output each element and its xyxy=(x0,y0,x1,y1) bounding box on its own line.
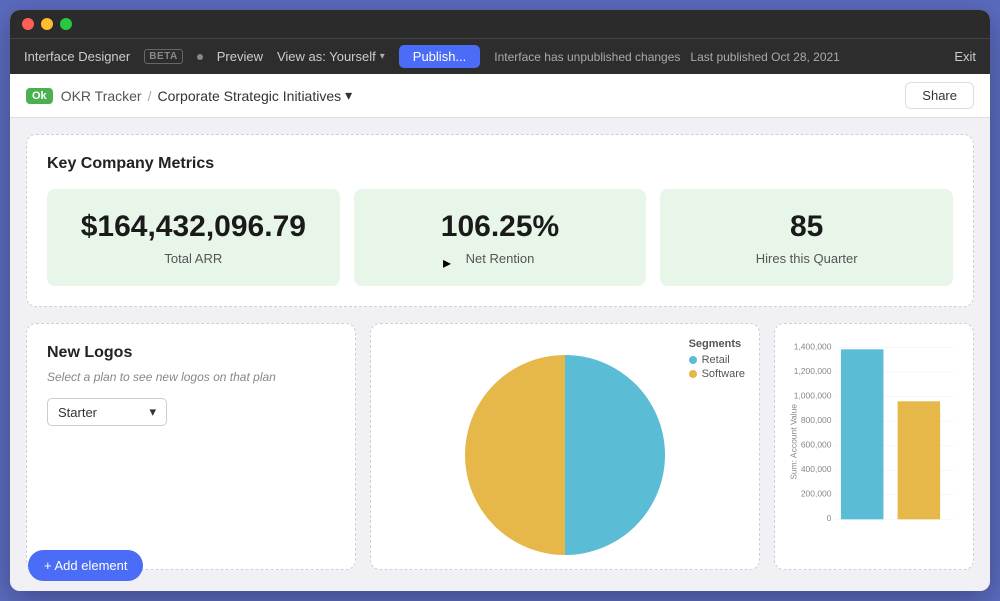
bottom-section: New Logos Select a plan to see new logos… xyxy=(26,323,974,570)
breadcrumb-separator: / xyxy=(148,88,152,104)
publish-status: Interface has unpublished changes Last p… xyxy=(494,50,840,64)
bar-retail xyxy=(841,349,883,519)
bar-chart-svg: 1,400,000 1,200,000 1,000,000 800,000 60… xyxy=(789,338,959,555)
app-name: Interface Designer xyxy=(24,49,130,64)
add-element-button[interactable]: + Add element xyxy=(28,550,143,581)
metric-hires-value: 85 xyxy=(676,209,937,245)
breadcrumb-chevron-icon: ▾ xyxy=(345,87,352,104)
maximize-icon[interactable] xyxy=(60,18,72,30)
legend-software-label: Software xyxy=(702,368,745,380)
y-label-1: 1,200,000 xyxy=(794,366,832,376)
plan-selector[interactable]: Starter ▾ xyxy=(47,398,167,426)
nav-bar: Ok OKR Tracker / Corporate Strategic Ini… xyxy=(10,74,990,118)
ok-badge: Ok xyxy=(26,88,53,104)
preview-button[interactable]: Preview xyxy=(217,49,263,64)
app-window: Interface Designer BETA Preview View as:… xyxy=(10,10,990,591)
y-axis-label: Sum: Account Value xyxy=(789,404,799,480)
share-button[interactable]: Share xyxy=(905,82,974,109)
plan-selector-value: Starter xyxy=(58,405,97,420)
y-label-2: 1,000,000 xyxy=(794,390,832,400)
chart-legend: Segments Retail Software xyxy=(689,338,745,382)
view-as-selector[interactable]: View as: Yourself ▾ xyxy=(277,49,385,64)
legend-software: Software xyxy=(689,368,745,380)
toolbar: Interface Designer BETA Preview View as:… xyxy=(10,38,990,74)
bar-chart-card: 1,400,000 1,200,000 1,000,000 800,000 60… xyxy=(774,323,974,570)
new-logos-subtitle: Select a plan to see new logos on that p… xyxy=(47,370,335,384)
view-as-label: View as: Yourself xyxy=(277,49,376,64)
new-logos-card: New Logos Select a plan to see new logos… xyxy=(26,323,356,570)
metric-hires-label: Hires this Quarter xyxy=(676,251,937,266)
pie-slice-software xyxy=(465,355,565,555)
metrics-row: $164,432,096.79 Total ARR 106.25% Net Re… xyxy=(47,189,953,286)
legend-retail-dot xyxy=(689,356,697,364)
metric-retention-label: Net Rention xyxy=(370,251,631,266)
pie-chart-svg xyxy=(465,355,665,555)
legend-retail: Retail xyxy=(689,354,745,366)
y-label-0: 1,400,000 xyxy=(794,341,832,351)
y-label-5: 400,000 xyxy=(801,464,832,474)
y-label-7: 0 xyxy=(827,513,832,523)
toolbar-separator xyxy=(197,54,203,60)
new-logos-title: New Logos xyxy=(47,344,335,362)
y-label-3: 800,000 xyxy=(801,415,832,425)
metrics-card-title: Key Company Metrics xyxy=(47,155,953,173)
y-label-4: 600,000 xyxy=(801,440,832,450)
y-label-6: 200,000 xyxy=(801,489,832,499)
metric-arr-value: $164,432,096.79 xyxy=(63,209,324,245)
publish-button[interactable]: Publish... xyxy=(399,45,480,68)
legend-title: Segments xyxy=(689,338,745,350)
metric-arr-label: Total ARR xyxy=(63,251,324,266)
title-bar xyxy=(10,10,990,38)
legend-software-dot xyxy=(689,370,697,378)
breadcrumb-root[interactable]: OKR Tracker xyxy=(61,88,142,104)
exit-button[interactable]: Exit xyxy=(954,49,976,64)
main-content: ▸ Key Company Metrics $164,432,096.79 To… xyxy=(10,118,990,591)
metric-arr: $164,432,096.79 Total ARR xyxy=(47,189,340,286)
metric-hires: 85 Hires this Quarter xyxy=(660,189,953,286)
metric-retention: 106.25% Net Rention xyxy=(354,189,647,286)
view-as-chevron-icon: ▾ xyxy=(380,51,385,62)
breadcrumb-current[interactable]: Corporate Strategic Initiatives ▾ xyxy=(157,87,352,104)
plan-selector-chevron-icon: ▾ xyxy=(149,404,156,420)
metrics-card: Key Company Metrics $164,432,096.79 Tota… xyxy=(26,134,974,307)
close-icon[interactable] xyxy=(22,18,34,30)
bar-software xyxy=(898,401,940,519)
beta-badge: BETA xyxy=(144,49,182,64)
breadcrumb: OKR Tracker / Corporate Strategic Initia… xyxy=(61,87,352,104)
legend-retail-label: Retail xyxy=(702,354,730,366)
minimize-icon[interactable] xyxy=(41,18,53,30)
pie-slice-retail xyxy=(565,355,665,555)
metric-retention-value: 106.25% xyxy=(370,209,631,245)
pie-chart-card: Segments Retail Software xyxy=(370,323,760,570)
